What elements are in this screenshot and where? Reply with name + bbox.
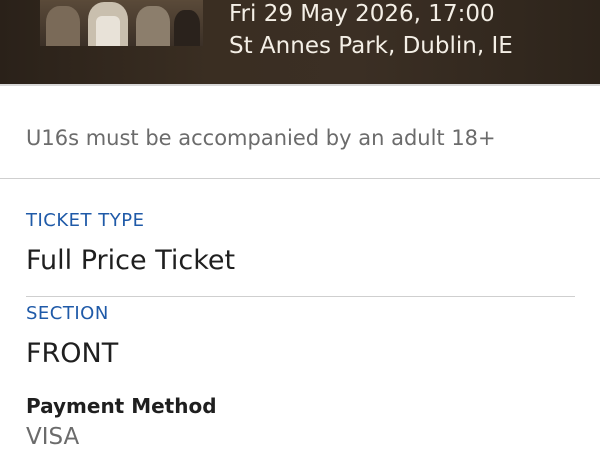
artist-shirt xyxy=(96,16,120,46)
section-divider xyxy=(0,178,600,179)
section-label: SECTION xyxy=(26,303,109,324)
ticket-type-value: Full Price Ticket xyxy=(26,245,236,276)
ticket-details-page: Fri 29 May 2026, 17:00 St Annes Park, Du… xyxy=(0,0,600,450)
ticket-type-label: TICKET TYPE xyxy=(26,210,145,231)
header-divider xyxy=(0,84,600,86)
artist-figure xyxy=(46,6,80,46)
field-divider xyxy=(26,296,575,297)
age-restriction-notice: U16s must be accompanied by an adult 18+ xyxy=(26,126,496,150)
payment-method-value: VISA xyxy=(26,424,80,450)
event-date-time: Fri 29 May 2026, 17:00 xyxy=(229,1,495,27)
artist-figure xyxy=(88,2,128,46)
artist-figure xyxy=(136,6,170,46)
event-header: Fri 29 May 2026, 17:00 St Annes Park, Du… xyxy=(0,0,600,84)
section-value: FRONT xyxy=(26,338,119,369)
payment-method-label: Payment Method xyxy=(26,394,217,418)
artist-figure xyxy=(174,10,200,46)
event-venue: St Annes Park, Dublin, IE xyxy=(229,33,513,59)
event-artist-image xyxy=(40,0,203,46)
